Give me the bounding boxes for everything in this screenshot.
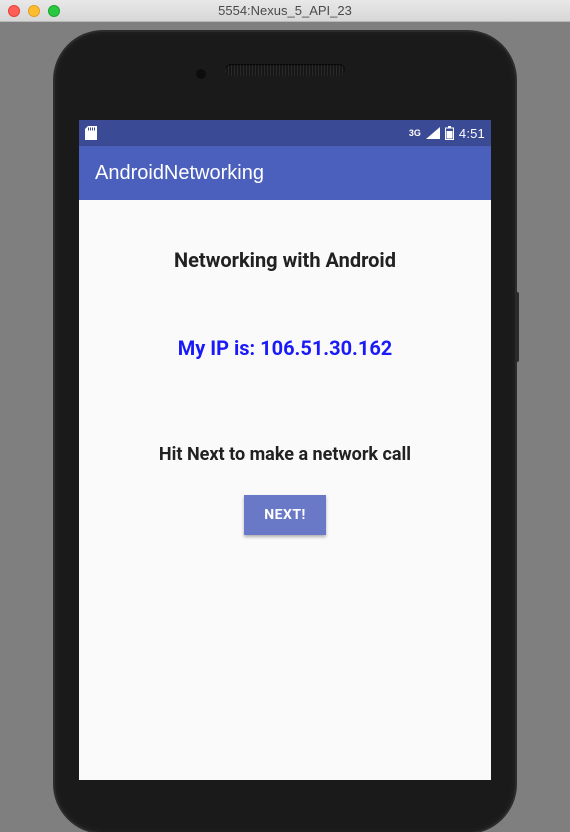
main-content: Networking with Android My IP is: 106.51… [79, 200, 491, 780]
speaker-grille-icon [225, 64, 345, 76]
macos-titlebar: 5554:Nexus_5_API_23 [0, 0, 570, 22]
signal-icon [426, 127, 440, 139]
device-frame: 3G 4:51 AndroidNetworking Networking wit… [55, 32, 515, 832]
clock-label: 4:51 [459, 126, 485, 141]
window-controls [8, 5, 60, 17]
close-icon[interactable] [8, 5, 20, 17]
ip-address-label: My IP is: 106.51.30.162 [178, 336, 393, 360]
page-heading: Networking with Android [174, 248, 396, 272]
power-button[interactable] [515, 292, 519, 362]
battery-icon [445, 126, 454, 140]
sd-card-icon [85, 126, 97, 140]
network-type-label: 3G [409, 129, 421, 138]
zoom-icon[interactable] [48, 5, 60, 17]
status-left [85, 126, 97, 140]
app-title: AndroidNetworking [95, 162, 264, 185]
minimize-icon[interactable] [28, 5, 40, 17]
emulator-canvas: 3G 4:51 AndroidNetworking Networking wit… [0, 22, 570, 543]
device-screen: 3G 4:51 AndroidNetworking Networking wit… [79, 120, 491, 780]
status-right: 3G 4:51 [409, 126, 485, 141]
android-status-bar: 3G 4:51 [79, 120, 491, 146]
next-button[interactable]: NEXT! [244, 495, 326, 535]
instruction-label: Hit Next to make a network call [159, 444, 411, 465]
app-bar: AndroidNetworking [79, 146, 491, 200]
camera-icon [195, 68, 207, 80]
window-title: 5554:Nexus_5_API_23 [0, 3, 570, 18]
